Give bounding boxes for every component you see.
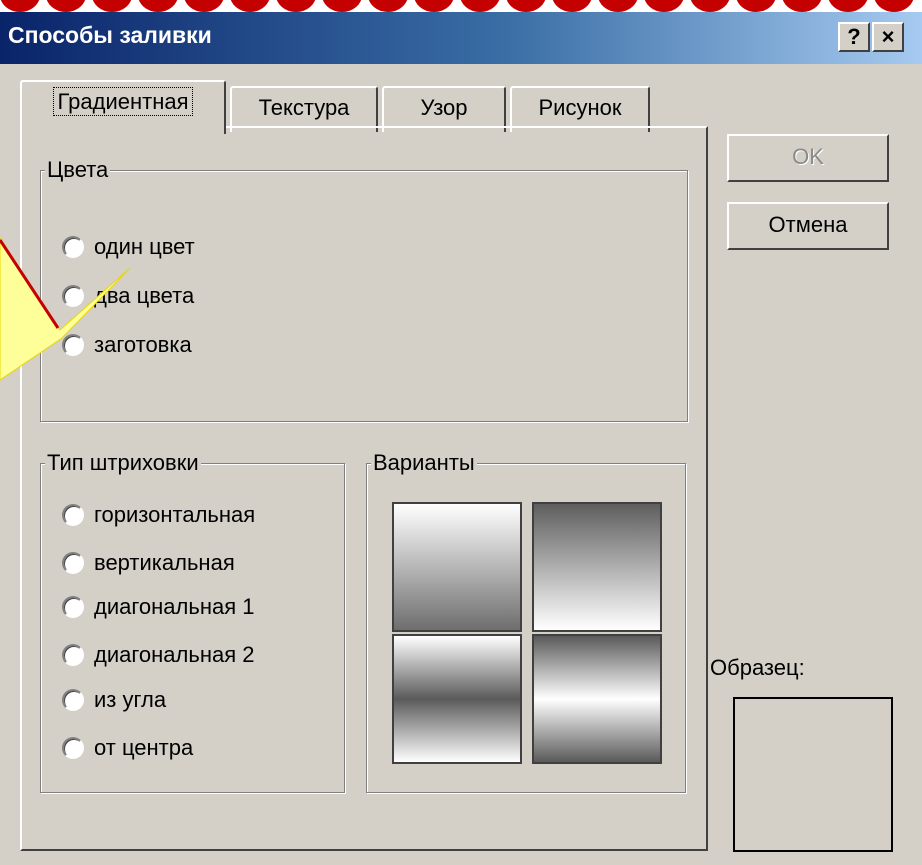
radio-label: диагональная 2 [94,642,255,667]
window-title: Способы заливки [8,22,212,48]
shading-style-group-label: Тип штриховки [45,450,201,476]
sample-preview [733,697,893,852]
scallop-shape [690,0,730,12]
tab-label: Градиентная [53,87,193,116]
tab-label: Текстура [258,95,350,120]
scallop-shape [92,0,132,12]
scallop-shape [644,0,684,12]
radio-circle-icon [62,644,84,666]
scallop-shape [782,0,822,12]
tab-label: Узор [420,95,468,120]
scallop-shape [414,0,454,12]
close-button[interactable]: × [872,22,904,52]
radio-label: из угла [94,687,167,712]
variants-group-label: Варианты [371,450,477,476]
variant-swatch-3[interactable] [392,634,522,764]
radio-circle-icon [62,504,84,526]
help-button[interactable]: ? [838,22,870,52]
scallop-shape [184,0,224,12]
decorative-top-strip [0,0,922,12]
ok-button[interactable]: OK [727,134,889,182]
radio-label: диагональная 1 [94,594,255,619]
radio-circle-icon [62,552,84,574]
radio-circle-icon [62,689,84,711]
title-bar[interactable]: Способы заливки ? × [0,12,922,64]
scallop-shape [230,0,270,12]
radio-label: вертикальная [94,550,235,575]
colors-group-label: Цвета [45,157,111,183]
scallop-shape [552,0,592,12]
variant-swatch-4[interactable] [532,634,662,764]
scallop-shape [506,0,546,12]
scallop-shape [460,0,500,12]
radio-circle-icon [62,737,84,759]
scallop-shape [138,0,178,12]
scallop-shape [322,0,362,12]
scallop-shape [368,0,408,12]
scallop-shape [276,0,316,12]
scallop-shape [874,0,914,12]
tab-gradient[interactable]: Градиентная [20,80,226,134]
radio-circle-icon [62,596,84,618]
radio-label: от центра [94,735,194,760]
sample-label: Образец: [710,655,805,680]
scallop-shape [46,0,86,12]
variant-swatch-1[interactable] [392,502,522,632]
tab-label: Рисунок [538,95,622,120]
radio-label: горизонтальная [94,502,256,527]
scallop-shape [598,0,638,12]
variant-swatch-2[interactable] [532,502,662,632]
cancel-button[interactable]: Отмена [727,202,889,250]
scallop-shape [828,0,868,12]
scallop-shape [736,0,776,12]
scallop-shape [0,0,40,12]
callout-pointer [0,237,131,381]
